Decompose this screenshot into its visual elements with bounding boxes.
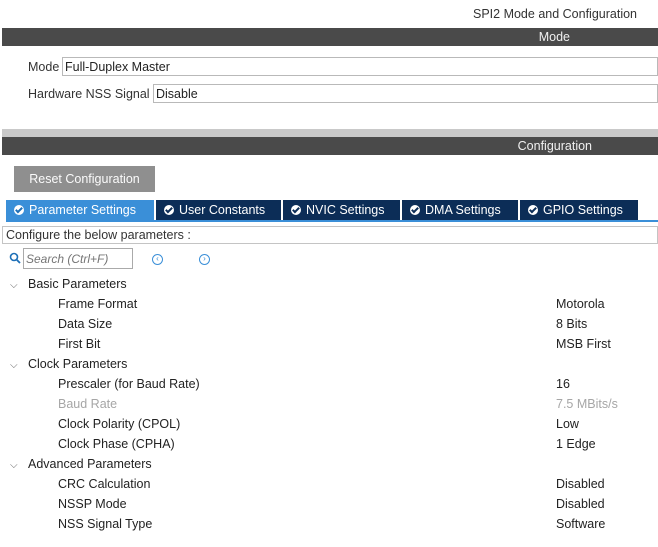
param-nssp-mode-name: NSSP Mode — [58, 497, 127, 511]
chevron-down-icon: ⌵ — [10, 460, 18, 471]
group-label: Advanced Parameters — [28, 457, 152, 471]
configuration-divider — [2, 129, 658, 137]
group-advanced-parameters[interactable]: ⌵ Advanced Parameters — [10, 457, 152, 471]
param-baud-rate-value: 7.5 MBits/s — [556, 397, 618, 411]
param-baud-rate-name: Baud Rate — [58, 397, 118, 411]
mode-select[interactable]: Full-Duplex Master — [62, 57, 658, 76]
param-first-bit-value[interactable]: MSB First — [556, 337, 611, 351]
param-clock-phase-value[interactable]: 1 Edge — [556, 437, 596, 451]
check-icon — [528, 205, 538, 215]
param-prescaler-value[interactable]: 16 — [556, 377, 570, 391]
param-clock-polarity-name: Clock Polarity (CPOL) — [58, 417, 181, 431]
tab-underline — [6, 220, 658, 222]
param-clock-polarity-value[interactable]: Low — [556, 417, 579, 431]
param-nss-signal-type-value[interactable]: Software — [556, 517, 605, 531]
param-nss-signal-type-name: NSS Signal Type — [58, 517, 153, 531]
param-data-size-value[interactable]: 8 Bits — [556, 317, 587, 331]
param-data-size-name: Data Size — [58, 317, 113, 331]
param-frame-format-name: Frame Format — [58, 297, 138, 311]
chevron-down-icon: ⌵ — [10, 360, 18, 371]
mode-section-label: Mode — [538, 30, 570, 44]
configuration-section-label: Configuration — [517, 139, 592, 153]
param-clock-phase-name: Clock Phase (CPHA) — [58, 437, 175, 451]
reset-configuration-button[interactable]: Reset Configuration — [14, 166, 155, 192]
search-icon — [9, 252, 21, 267]
tab-label: NVIC Settings — [306, 203, 385, 217]
hardware-nss-select[interactable]: Disable — [153, 84, 658, 103]
configuration-section-header: Configuration — [2, 137, 658, 155]
tab-gpio-settings[interactable]: GPIO Settings — [520, 200, 638, 220]
check-icon — [410, 205, 420, 215]
mode-section-header: Mode — [2, 28, 658, 46]
search-next-icon[interactable]: › — [199, 254, 210, 265]
check-icon — [291, 205, 301, 215]
param-nssp-mode-value[interactable]: Disabled — [556, 497, 605, 511]
tab-parameter-settings[interactable]: Parameter Settings — [6, 200, 154, 220]
chevron-down-icon: ⌵ — [10, 280, 18, 291]
tab-label: DMA Settings — [425, 203, 501, 217]
param-first-bit-name: First Bit — [58, 337, 101, 351]
tab-dma-settings[interactable]: DMA Settings — [402, 200, 518, 220]
panel-title: SPI2 Mode and Configuration — [473, 7, 637, 21]
param-prescaler-name: Prescaler (for Baud Rate) — [58, 377, 200, 391]
group-basic-parameters[interactable]: ⌵ Basic Parameters — [10, 277, 127, 291]
param-crc-calculation-value[interactable]: Disabled — [556, 477, 605, 491]
tab-user-constants[interactable]: User Constants — [156, 200, 281, 220]
param-frame-format-value[interactable]: Motorola — [556, 297, 605, 311]
configure-hint: Configure the below parameters : — [2, 226, 658, 244]
group-label: Clock Parameters — [28, 357, 128, 371]
tab-label: Parameter Settings — [29, 203, 136, 217]
tab-label: User Constants — [179, 203, 266, 217]
search-input[interactable] — [23, 248, 133, 269]
search-previous-icon[interactable]: ‹ — [152, 254, 163, 265]
hardware-nss-label: Hardware NSS Signal — [28, 87, 150, 101]
check-icon — [14, 205, 24, 215]
group-label: Basic Parameters — [28, 277, 127, 291]
group-clock-parameters[interactable]: ⌵ Clock Parameters — [10, 357, 127, 371]
tab-label: GPIO Settings — [543, 203, 623, 217]
tab-nvic-settings[interactable]: NVIC Settings — [283, 200, 400, 220]
param-crc-calculation-name: CRC Calculation — [58, 477, 151, 491]
check-icon — [164, 205, 174, 215]
mode-label: Mode — [28, 60, 60, 74]
